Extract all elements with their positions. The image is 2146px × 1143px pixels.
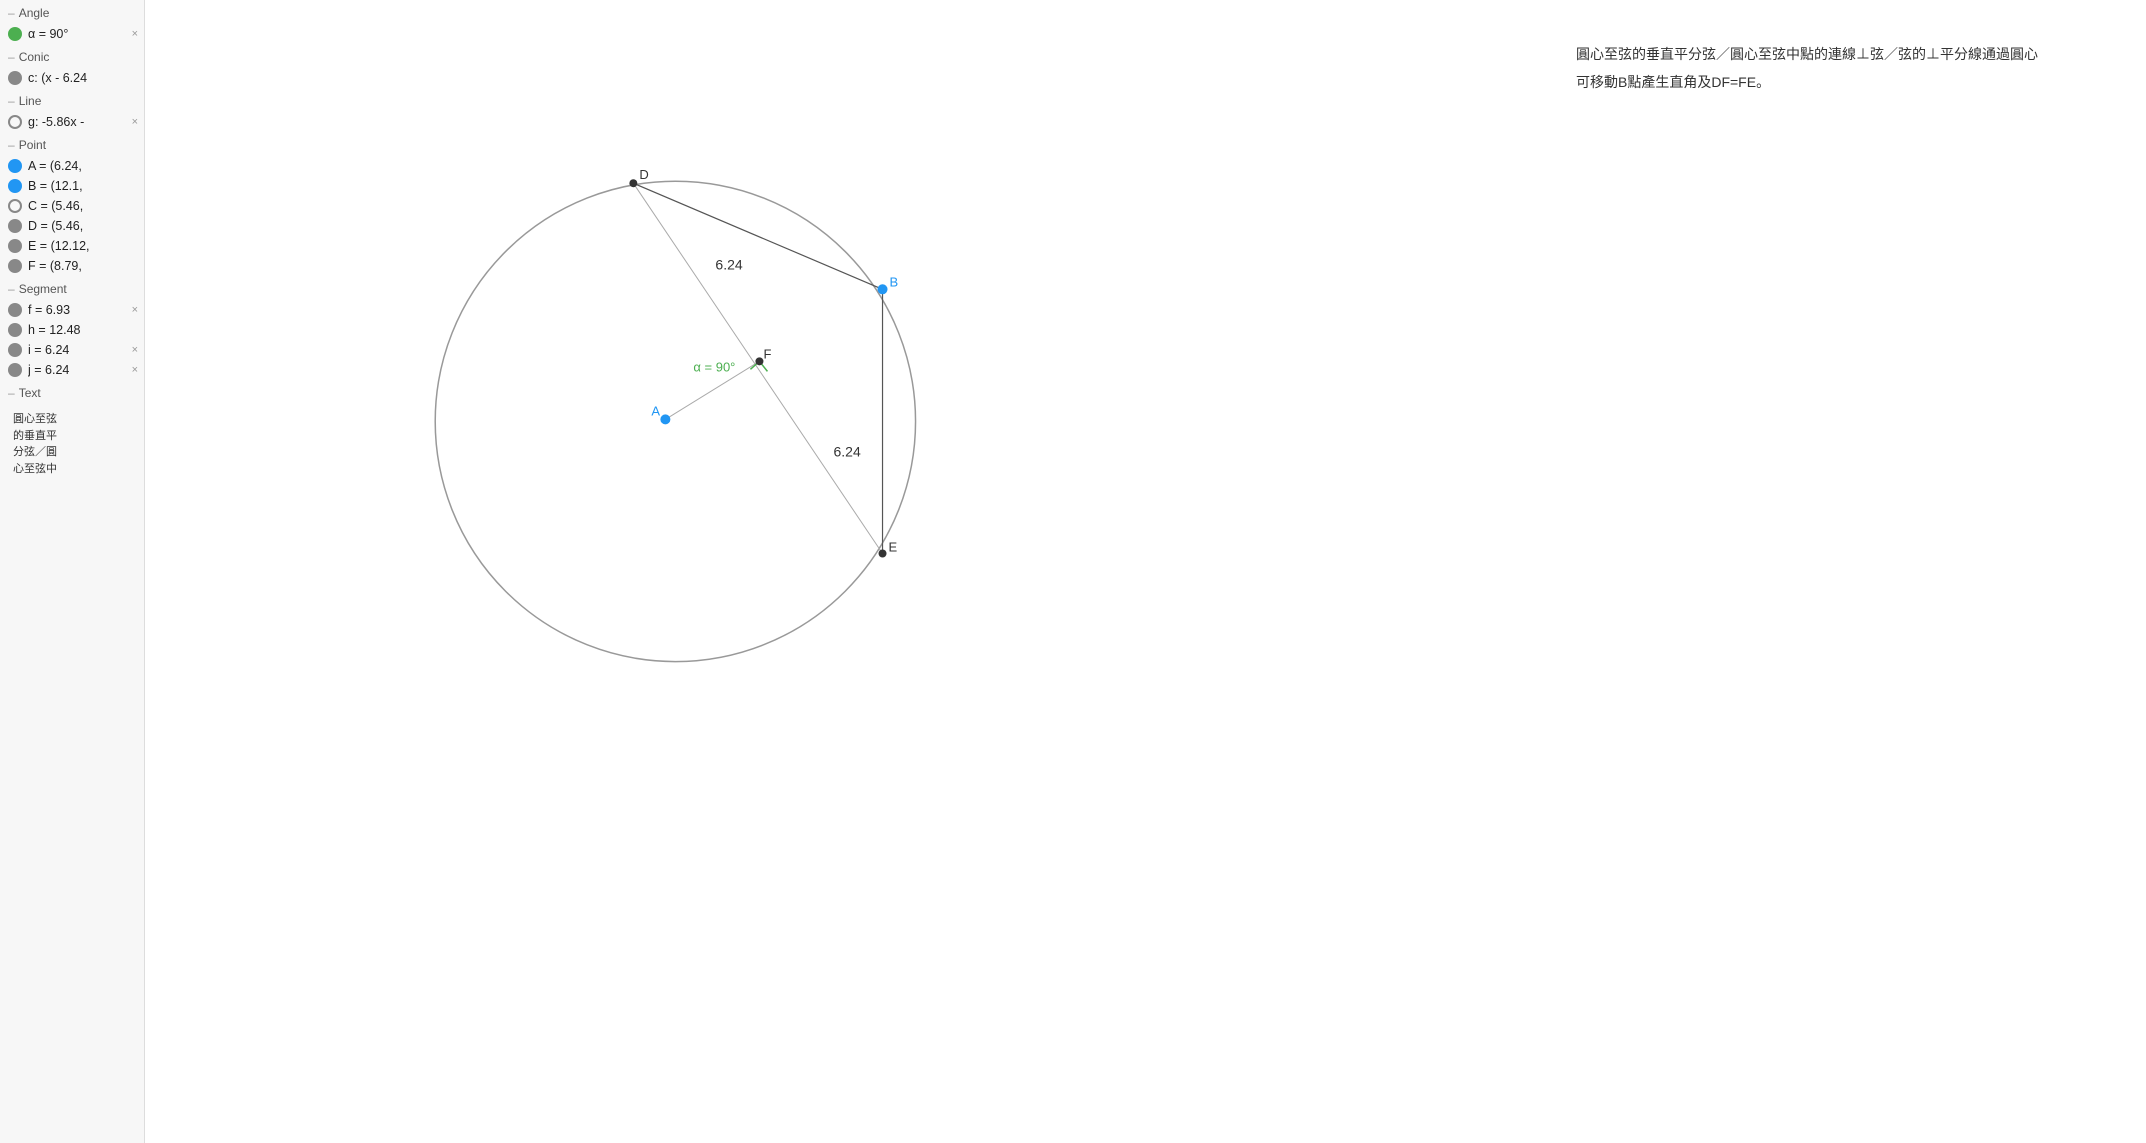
dot-segment-h: [8, 323, 22, 337]
section-point-label: Point: [19, 138, 46, 152]
item-point-a[interactable]: A = (6.24,: [0, 156, 144, 176]
label-point-c: C = (5.46,: [28, 199, 83, 213]
section-conic: – Conic: [0, 44, 144, 68]
dot-point-f: [8, 259, 22, 273]
text-panel-content: 圓心至弦的垂直平分弦／圓心至弦中點的連線⊥弦／弦的⊥平分線通過圓心 可移動B點產…: [1576, 40, 2116, 96]
point-A[interactable]: [660, 414, 670, 424]
item-point-f[interactable]: F = (8.79,: [0, 256, 144, 276]
point-D[interactable]: [629, 179, 637, 187]
dot-point-e: [8, 239, 22, 253]
point-A-label: A: [651, 403, 660, 418]
segment-db: [633, 183, 882, 289]
label-segment-i: i = 6.24: [28, 343, 69, 357]
item-segment-h[interactable]: h = 12.48: [0, 320, 144, 340]
close-segment-i[interactable]: ×: [132, 344, 138, 356]
section-segment: – Segment: [0, 276, 144, 300]
item-point-e[interactable]: E = (12.12,: [0, 236, 144, 256]
close-segment-j[interactable]: ×: [132, 364, 138, 376]
sidebar: – Angle α = 90° × – Conic c: (x - 6.24 –…: [0, 0, 145, 1143]
dot-segment-j: [8, 363, 22, 377]
item-conic[interactable]: c: (x - 6.24: [0, 68, 144, 88]
close-segment-f[interactable]: ×: [132, 304, 138, 316]
label-point-d: D = (5.46,: [28, 219, 83, 233]
dot-alpha: [8, 27, 22, 41]
section-line-label: Line: [19, 94, 42, 108]
text-line2: 可移動B點產生直角及DF=FE。: [1576, 68, 2116, 96]
section-point: – Point: [0, 132, 144, 156]
section-line: – Line: [0, 88, 144, 112]
item-line-g[interactable]: g: -5.86x - ×: [0, 112, 144, 132]
item-segment-j[interactable]: j = 6.24 ×: [0, 360, 144, 380]
dot-segment-f: [8, 303, 22, 317]
segment-de-chord: [633, 183, 882, 553]
section-angle: – Angle: [0, 0, 144, 24]
segment-label-lower: 6.24: [833, 443, 860, 459]
dot-line-g: [8, 115, 22, 129]
text-line1: 圓心至弦的垂直平分弦／圓心至弦中點的連線⊥弦／弦的⊥平分線通過圓心: [1576, 40, 2116, 68]
label-line-g: g: -5.86x -: [28, 115, 84, 129]
section-conic-label: Conic: [19, 50, 50, 64]
label-segment-h: h = 12.48: [28, 323, 80, 337]
text-panel: 圓心至弦的垂直平分弦／圓心至弦中點的連線⊥弦／弦的⊥平分線通過圓心 可移動B點產…: [1546, 0, 2146, 1143]
point-E[interactable]: [879, 549, 887, 557]
label-point-f: F = (8.79,: [28, 259, 82, 273]
item-point-b[interactable]: B = (12.1,: [0, 176, 144, 196]
dot-point-b: [8, 179, 22, 193]
close-line-g[interactable]: ×: [132, 116, 138, 128]
item-segment-f[interactable]: f = 6.93 ×: [0, 300, 144, 320]
point-F-label: F: [763, 346, 771, 361]
point-D-label: D: [639, 167, 648, 182]
label-point-b: B = (12.1,: [28, 179, 83, 193]
label-alpha: α = 90°: [28, 27, 68, 41]
item-alpha[interactable]: α = 90° ×: [0, 24, 144, 44]
close-alpha[interactable]: ×: [132, 28, 138, 40]
point-E-label: E: [889, 539, 898, 554]
canvas-area[interactable]: 6.24 6.24 α = 90° D B F A E: [145, 0, 1546, 1143]
alpha-label: α = 90°: [693, 359, 735, 374]
label-point-a: A = (6.24,: [28, 159, 82, 173]
section-text: – Text: [0, 380, 144, 404]
circle-c: [435, 181, 915, 661]
dot-segment-i: [8, 343, 22, 357]
point-F[interactable]: [755, 357, 763, 365]
label-conic: c: (x - 6.24: [28, 71, 87, 85]
item-point-c[interactable]: C = (5.46,: [0, 196, 144, 216]
dot-point-c: [8, 199, 22, 213]
label-segment-f: f = 6.93: [28, 303, 70, 317]
dot-point-d: [8, 219, 22, 233]
point-B[interactable]: [878, 284, 888, 294]
section-text-label: Text: [19, 386, 41, 400]
geometry-canvas: 6.24 6.24 α = 90° D B F A E: [145, 0, 1546, 1143]
section-angle-label: Angle: [19, 6, 50, 20]
item-point-d[interactable]: D = (5.46,: [0, 216, 144, 236]
segment-label-upper: 6.24: [715, 256, 742, 272]
label-point-e: E = (12.12,: [28, 239, 90, 253]
label-segment-j: j = 6.24: [28, 363, 69, 377]
dot-point-a: [8, 159, 22, 173]
text-preview: 圓心至弦的垂直平分弦／圓心至弦中: [8, 408, 136, 480]
section-segment-label: Segment: [19, 282, 67, 296]
point-B-label: B: [890, 274, 899, 289]
item-segment-i[interactable]: i = 6.24 ×: [0, 340, 144, 360]
dot-conic: [8, 71, 22, 85]
